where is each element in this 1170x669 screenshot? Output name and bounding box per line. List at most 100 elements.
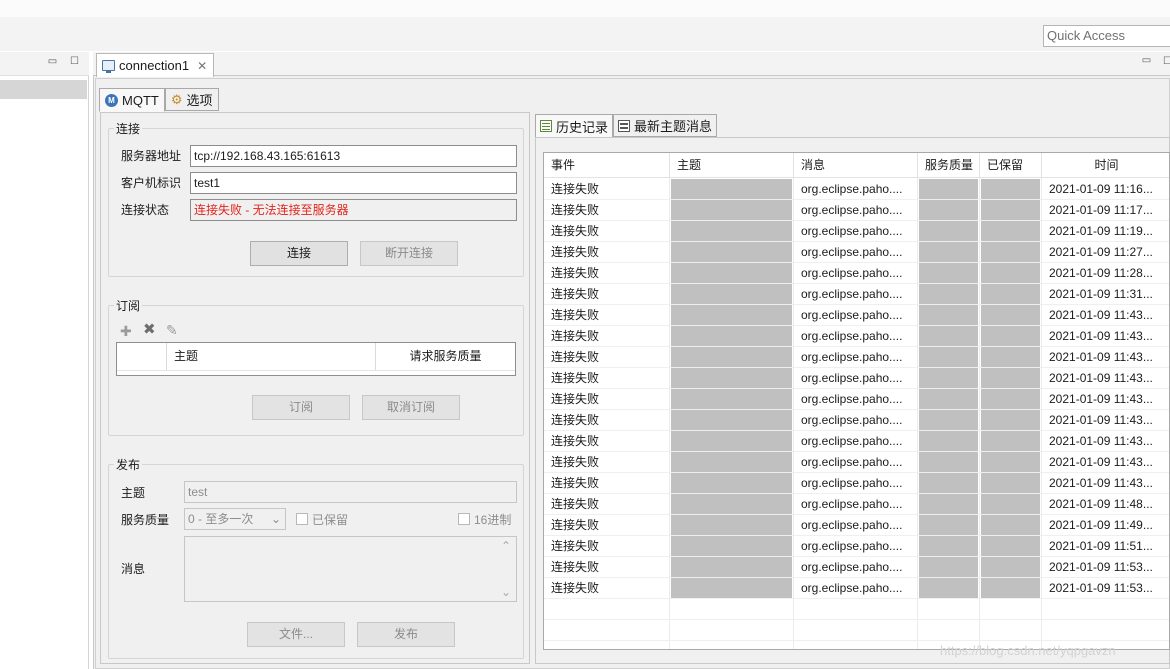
history-table[interactable]: 事件 主题 消息 服务质量 已保留 时间 连接失败 org.eclipse.pah… [543, 152, 1170, 650]
table-row[interactable]: 连接失败 org.eclipse.paho.... 2021-01-09 11:43… [544, 305, 1169, 326]
time-cell: 2021-01-09 11:43... [1049, 350, 1153, 364]
time-cell: 2021-01-09 11:28... [1049, 266, 1153, 280]
tab-connection1[interactable]: connection1 ✕ [96, 53, 214, 77]
publish-message-textarea[interactable]: ⌃ ⌄ [184, 536, 517, 602]
table-row[interactable]: 连接失败 org.eclipse.paho.... 2021-01-09 11:43… [544, 410, 1169, 431]
event-cell: 连接失败 [551, 287, 600, 301]
table-row[interactable]: 连接失败 org.eclipse.paho.... 2021-01-09 11:43… [544, 473, 1169, 494]
table-row[interactable]: 连接失败 org.eclipse.paho.... 2021-01-09 11:43… [544, 389, 1169, 410]
retained-checkbox[interactable] [296, 513, 308, 525]
col-topic-header[interactable]: 主题 [670, 153, 794, 178]
subscription-qos-header[interactable]: 请求服务质量 [376, 343, 515, 371]
chevron-down-icon: ⌄ [270, 512, 281, 526]
message-cell: org.eclipse.paho.... [801, 350, 903, 364]
time-cell: 2021-01-09 11:53... [1049, 581, 1153, 595]
topic-cell [671, 305, 792, 325]
maximize-icon[interactable]: ☐ [69, 57, 80, 68]
table-row[interactable]: 连接失败 org.eclipse.paho.... 2021-01-09 11:48… [544, 494, 1169, 515]
col-time-header[interactable]: 时间 [1042, 153, 1169, 178]
minimize-icon[interactable]: ▭ [47, 57, 58, 68]
retained-cell [981, 431, 1040, 451]
col-retained-header[interactable]: 已保留 [980, 153, 1042, 178]
retained-cell [981, 494, 1040, 514]
event-cell: 连接失败 [551, 539, 600, 553]
close-icon[interactable]: ✕ [197, 59, 207, 73]
table-row[interactable]: 连接失败 org.eclipse.paho.... 2021-01-09 11:43… [544, 326, 1169, 347]
client-id-field[interactable]: test1 [190, 172, 517, 194]
retained-cell [981, 263, 1040, 283]
gear-icon: ⚙ [170, 92, 183, 107]
scroll-down-icon[interactable]: ⌄ [501, 585, 511, 599]
time-cell: 2021-01-09 11:48... [1049, 497, 1153, 511]
table-row[interactable]: 连接失败 org.eclipse.paho.... 2021-01-09 11:43… [544, 452, 1169, 473]
editor-maximize-icon[interactable]: ☐ [1162, 57, 1170, 68]
qos-cell [919, 326, 978, 346]
topic-cell [671, 368, 792, 388]
publish-button[interactable]: 发布 [357, 622, 455, 647]
server-address-field[interactable]: tcp://192.168.43.165:61613 [190, 145, 517, 167]
qos-cell [919, 242, 978, 262]
disconnect-button[interactable]: 断开连接 [360, 241, 458, 266]
topic-cell [671, 515, 792, 535]
qos-cell [919, 368, 978, 388]
retained-cell [981, 284, 1040, 304]
message-cell: org.eclipse.paho.... [801, 434, 903, 448]
publish-topic-field[interactable]: test [184, 481, 517, 503]
delete-icon[interactable]: ✖ [143, 322, 156, 337]
table-row[interactable]: 连接失败 org.eclipse.paho.... 2021-01-09 11:28… [544, 263, 1169, 284]
time-cell: 2021-01-09 11:31... [1049, 287, 1153, 301]
subscription-topic-header[interactable]: 主题 [167, 343, 376, 371]
event-cell: 连接失败 [551, 308, 600, 322]
hex-checkbox[interactable] [458, 513, 470, 525]
quick-access-input[interactable]: Quick Access [1043, 25, 1170, 47]
table-row[interactable]: 连接失败 org.eclipse.paho.... 2021-01-09 11:51… [544, 536, 1169, 557]
table-row[interactable]: 连接失败 org.eclipse.paho.... 2021-01-09 11:17… [544, 200, 1169, 221]
tab-history-label: 历史记录 [556, 119, 609, 135]
time-cell: 2021-01-09 11:16... [1049, 182, 1153, 196]
publish-qos-select[interactable]: 0 - 至多一次 ⌄ [184, 508, 286, 530]
tab-history[interactable]: 历史记录 [535, 114, 614, 138]
topic-cell [671, 557, 792, 577]
publish-qos-value: 0 - 至多一次 [188, 512, 254, 526]
table-row[interactable]: 连接失败 org.eclipse.paho.... 2021-01-09 11:49… [544, 515, 1169, 536]
subscribe-button[interactable]: 订阅 [252, 395, 350, 420]
col-message-header[interactable]: 消息 [794, 153, 918, 178]
time-cell: 2021-01-09 11:43... [1049, 413, 1153, 427]
editor-minimize-icon[interactable]: ▭ [1141, 56, 1152, 67]
subscription-table[interactable]: 主题 请求服务质量 [116, 342, 516, 376]
table-row[interactable]: 连接失败 org.eclipse.paho.... 2021-01-09 11:27… [544, 242, 1169, 263]
qos-cell [919, 179, 978, 199]
topic-cell [671, 263, 792, 283]
table-row[interactable]: 连接失败 org.eclipse.paho.... 2021-01-09 11:53… [544, 578, 1169, 599]
message-cell: org.eclipse.paho.... [801, 497, 903, 511]
mqtt-icon: M [105, 93, 118, 107]
editor-tab-bar [93, 52, 1170, 76]
tab-latest-topic-messages[interactable]: 最新主题消息 [613, 114, 718, 137]
unsubscribe-button[interactable]: 取消订阅 [362, 395, 460, 420]
retained-cell [981, 368, 1040, 388]
tab-mqtt[interactable]: M MQTT [99, 88, 165, 112]
table-row[interactable]: 连接失败 org.eclipse.paho.... 2021-01-09 11:16… [544, 179, 1169, 200]
qos-cell [919, 473, 978, 493]
file-button[interactable]: 文件... [247, 622, 345, 647]
retained-cell [981, 473, 1040, 493]
event-cell: 连接失败 [551, 224, 600, 238]
scroll-up-icon[interactable]: ⌃ [501, 539, 511, 553]
table-row[interactable]: 连接失败 org.eclipse.paho.... 2021-01-09 11:43… [544, 368, 1169, 389]
left-view-selected-row[interactable] [0, 80, 87, 99]
table-row[interactable]: 连接失败 org.eclipse.paho.... 2021-01-09 11:19… [544, 221, 1169, 242]
table-row[interactable]: 连接失败 org.eclipse.paho.... 2021-01-09 11:43… [544, 431, 1169, 452]
tab-options[interactable]: ⚙ 选项 [164, 88, 219, 111]
table-row[interactable]: 连接失败 org.eclipse.paho.... 2021-01-09 11:53… [544, 557, 1169, 578]
table-row[interactable]: 连接失败 org.eclipse.paho.... 2021-01-09 11:43… [544, 347, 1169, 368]
topic-cell [671, 347, 792, 367]
col-event-header[interactable]: 事件 [544, 153, 670, 178]
connect-button[interactable]: 连接 [250, 241, 348, 266]
edit-icon[interactable]: ✎ [166, 323, 178, 337]
add-icon[interactable]: ✚ [120, 324, 132, 338]
col-qos-header[interactable]: 服务质量 [918, 153, 980, 178]
topic-cell [671, 536, 792, 556]
table-row[interactable]: 连接失败 org.eclipse.paho.... 2021-01-09 11:31… [544, 284, 1169, 305]
topic-cell [671, 452, 792, 472]
message-cell: org.eclipse.paho.... [801, 245, 903, 259]
